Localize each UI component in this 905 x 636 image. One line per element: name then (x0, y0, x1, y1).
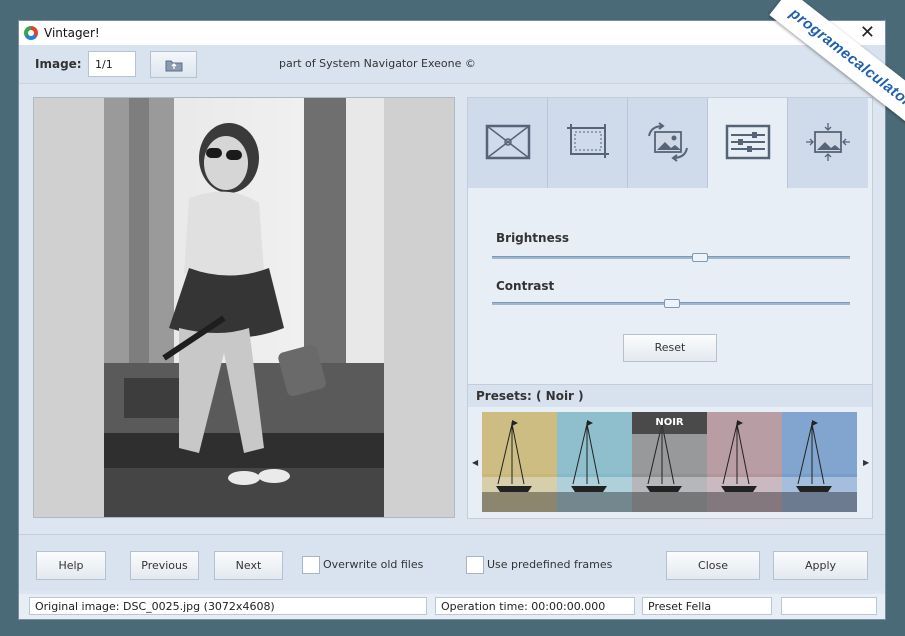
close-button[interactable]: Close (666, 551, 760, 580)
title-bar: Vintager! ✕ (19, 21, 885, 45)
adjust-sliders-icon (725, 124, 771, 160)
app-icon (24, 26, 38, 40)
reset-button[interactable]: Reset (623, 334, 717, 362)
contrast-label: Contrast (496, 279, 555, 293)
help-button[interactable]: Help (36, 551, 106, 580)
preset-thumbnail[interactable] (707, 412, 782, 512)
preset-thumbnail[interactable] (782, 412, 857, 512)
next-button[interactable]: Next (214, 551, 283, 580)
folder-icon (165, 60, 183, 72)
edit-panel: Brightness Contrast Reset Presets: ( Noi… (467, 97, 873, 519)
status-bar: Original image: DSC_0025.jpg (3072x4608)… (19, 594, 885, 619)
preset-thumbnail[interactable] (482, 412, 557, 512)
preset-label: NOIR (632, 412, 707, 434)
crop-icon (567, 124, 609, 158)
overwrite-label: Overwrite old files (323, 558, 424, 571)
close-window-icon[interactable]: ✕ (860, 22, 875, 43)
previous-button[interactable]: Previous (130, 551, 199, 580)
preset-boat-image (557, 412, 632, 512)
copyright-text: part of System Navigator Exeone © (279, 57, 476, 70)
vintager-window: Vintager! ✕ Image: 1/1 part of System Na… (18, 20, 886, 620)
rotate-image-icon (648, 122, 688, 162)
preset-boat-image (782, 412, 857, 512)
presets-left-arrow-icon[interactable]: ◀ (472, 458, 478, 467)
status-operation-time: Operation time: 00:00:00.000 (435, 597, 635, 615)
tab-frame[interactable] (468, 98, 548, 188)
resize-icon (806, 123, 850, 161)
contrast-slider-thumb[interactable] (664, 299, 680, 308)
tab-resize[interactable] (788, 98, 868, 188)
presets-right-arrow-icon[interactable]: ▶ (863, 458, 869, 467)
apply-button[interactable]: Apply (773, 551, 868, 580)
preset-thumbnail[interactable] (557, 412, 632, 512)
overwrite-checkbox[interactable] (302, 556, 320, 574)
preview-photo (104, 98, 384, 517)
preset-boat-image (707, 412, 782, 512)
contrast-slider[interactable] (492, 299, 850, 308)
presets-bar: Presets: ( Noir ) (468, 384, 872, 407)
use-frames-checkbox[interactable] (466, 556, 484, 574)
status-original-image: Original image: DSC_0025.jpg (3072x4608) (29, 597, 427, 615)
frame-icon (485, 124, 531, 160)
status-extra (781, 597, 877, 615)
image-preview (33, 97, 455, 518)
bottom-bar: Help Previous Next Overwrite old files U… (19, 534, 885, 591)
presets-label: Presets: ( Noir ) (476, 389, 584, 403)
tab-adjust[interactable] (708, 98, 788, 188)
brightness-slider-thumb[interactable] (691, 253, 708, 262)
tab-rotate[interactable] (628, 98, 708, 188)
presets-strip: NOIR (482, 412, 859, 512)
preset-boat-image (482, 412, 557, 512)
brightness-label: Brightness (496, 231, 570, 245)
use-frames-label: Use predefined frames (487, 558, 613, 571)
window-title: Vintager! (44, 26, 100, 40)
open-folder-button[interactable] (150, 51, 197, 78)
image-counter-field[interactable]: 1/1 (88, 51, 136, 77)
tab-crop[interactable] (548, 98, 628, 188)
status-preset: Preset Fella (642, 597, 772, 615)
preset-thumbnail[interactable]: NOIR (632, 412, 707, 512)
tool-tabs (468, 98, 872, 188)
toolbar: Image: 1/1 part of System Navigator Exeo… (19, 45, 885, 84)
brightness-slider[interactable] (492, 253, 850, 262)
image-label: Image: (35, 57, 82, 71)
